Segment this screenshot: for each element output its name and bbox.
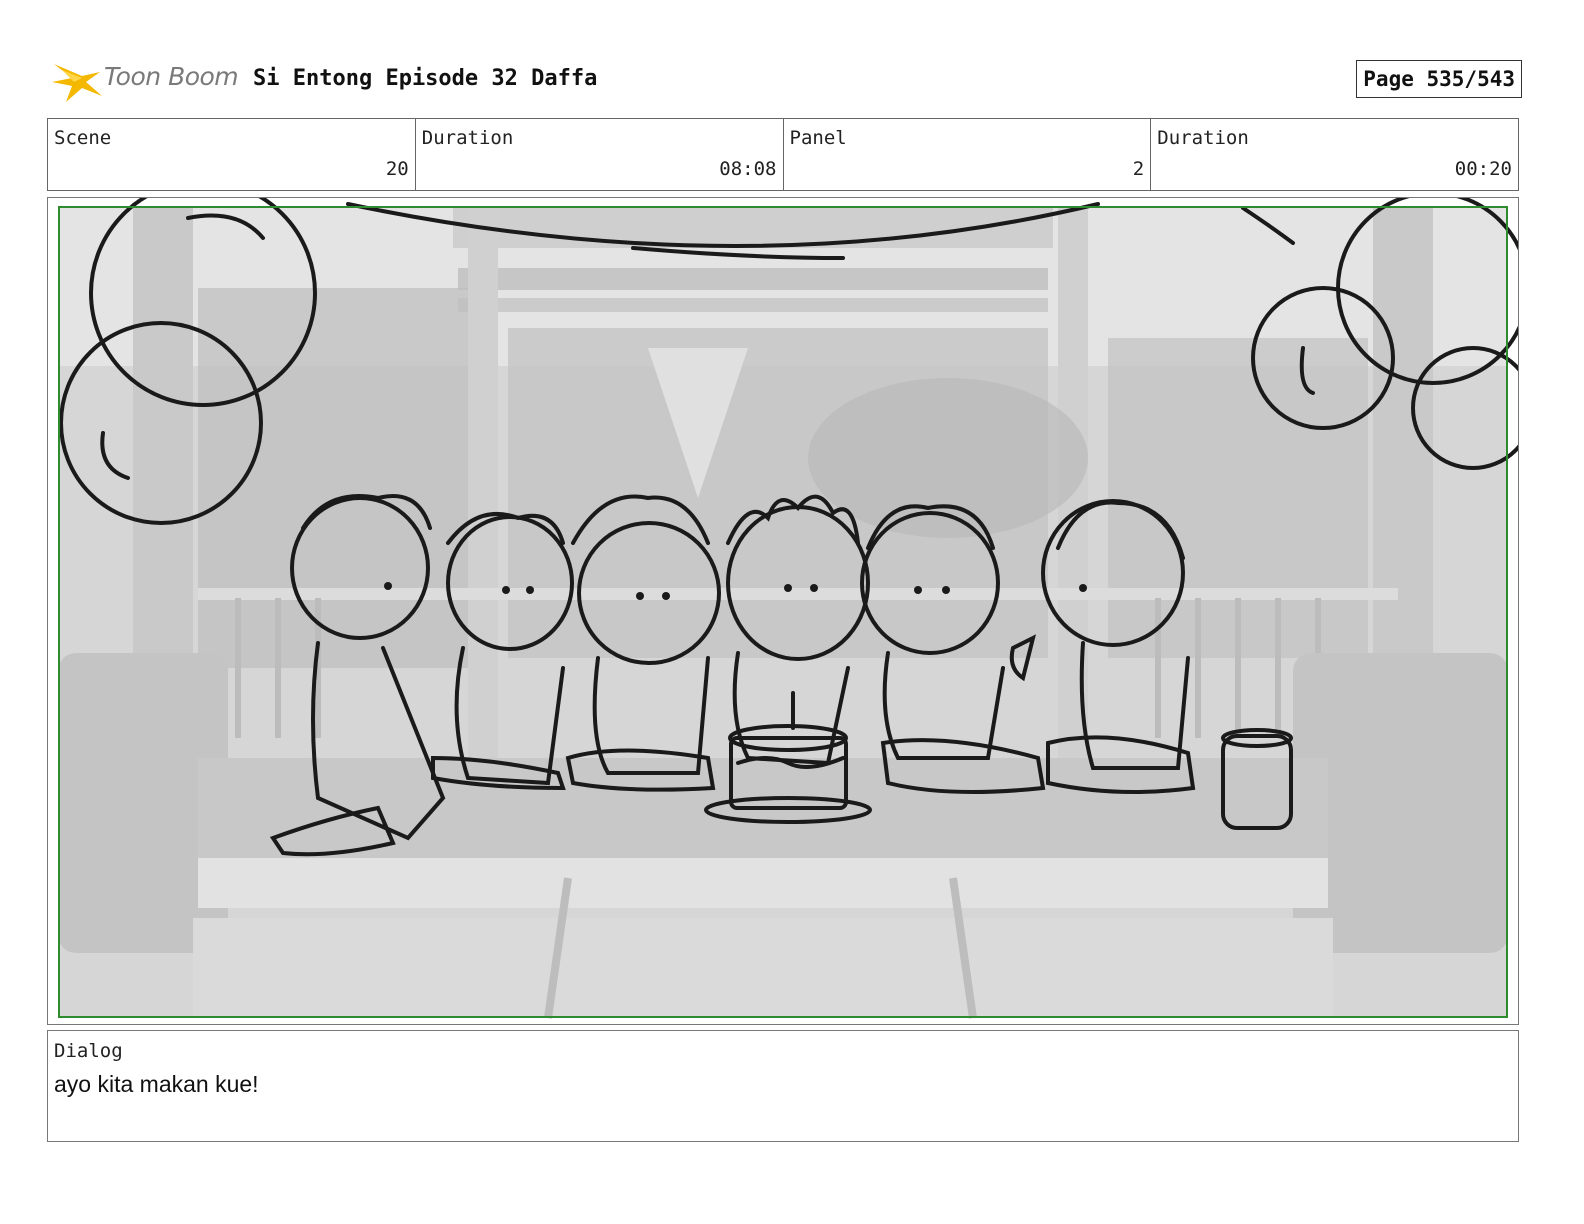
scene-duration-value: 08:08 — [719, 158, 777, 180]
panel-duration-label: Duration — [1157, 127, 1249, 149]
dialog-box: Dialog ayo kita makan kue! — [47, 1030, 1519, 1142]
dialog-text: ayo kita makan kue! — [54, 1071, 259, 1097]
scene-duration-label: Duration — [421, 127, 514, 149]
storyboard-panel — [47, 197, 1519, 1025]
panel-sketch — [58, 198, 1518, 1019]
starburst-icon — [52, 64, 102, 102]
scene-label: Scene — [54, 127, 112, 149]
scene-cell: Scene 20 — [48, 119, 416, 190]
toon-boom-logo: Toon Boom — [52, 56, 242, 106]
panel-label: Panel — [789, 127, 847, 149]
logo-text: Toon Boom — [104, 62, 239, 91]
scene-info-row: Scene 20 Duration 08:08 Panel 2 Duration… — [47, 118, 1519, 191]
header: Toon Boom Si Entong Episode 32 Daffa Pag… — [52, 56, 1522, 106]
panel-duration-cell: Duration 00:20 — [1151, 119, 1518, 190]
page-number: Page 535/543 — [1356, 60, 1522, 98]
panel-duration-value: 00:20 — [1454, 158, 1512, 180]
dialog-label: Dialog — [54, 1040, 123, 1062]
panel-value: 2 — [1132, 158, 1145, 180]
scene-value: 20 — [385, 158, 409, 180]
document-title: Si Entong Episode 32 Daffa — [253, 66, 598, 91]
scene-duration-cell: Duration 08:08 — [416, 119, 784, 190]
panel-cell: Panel 2 — [784, 119, 1152, 190]
